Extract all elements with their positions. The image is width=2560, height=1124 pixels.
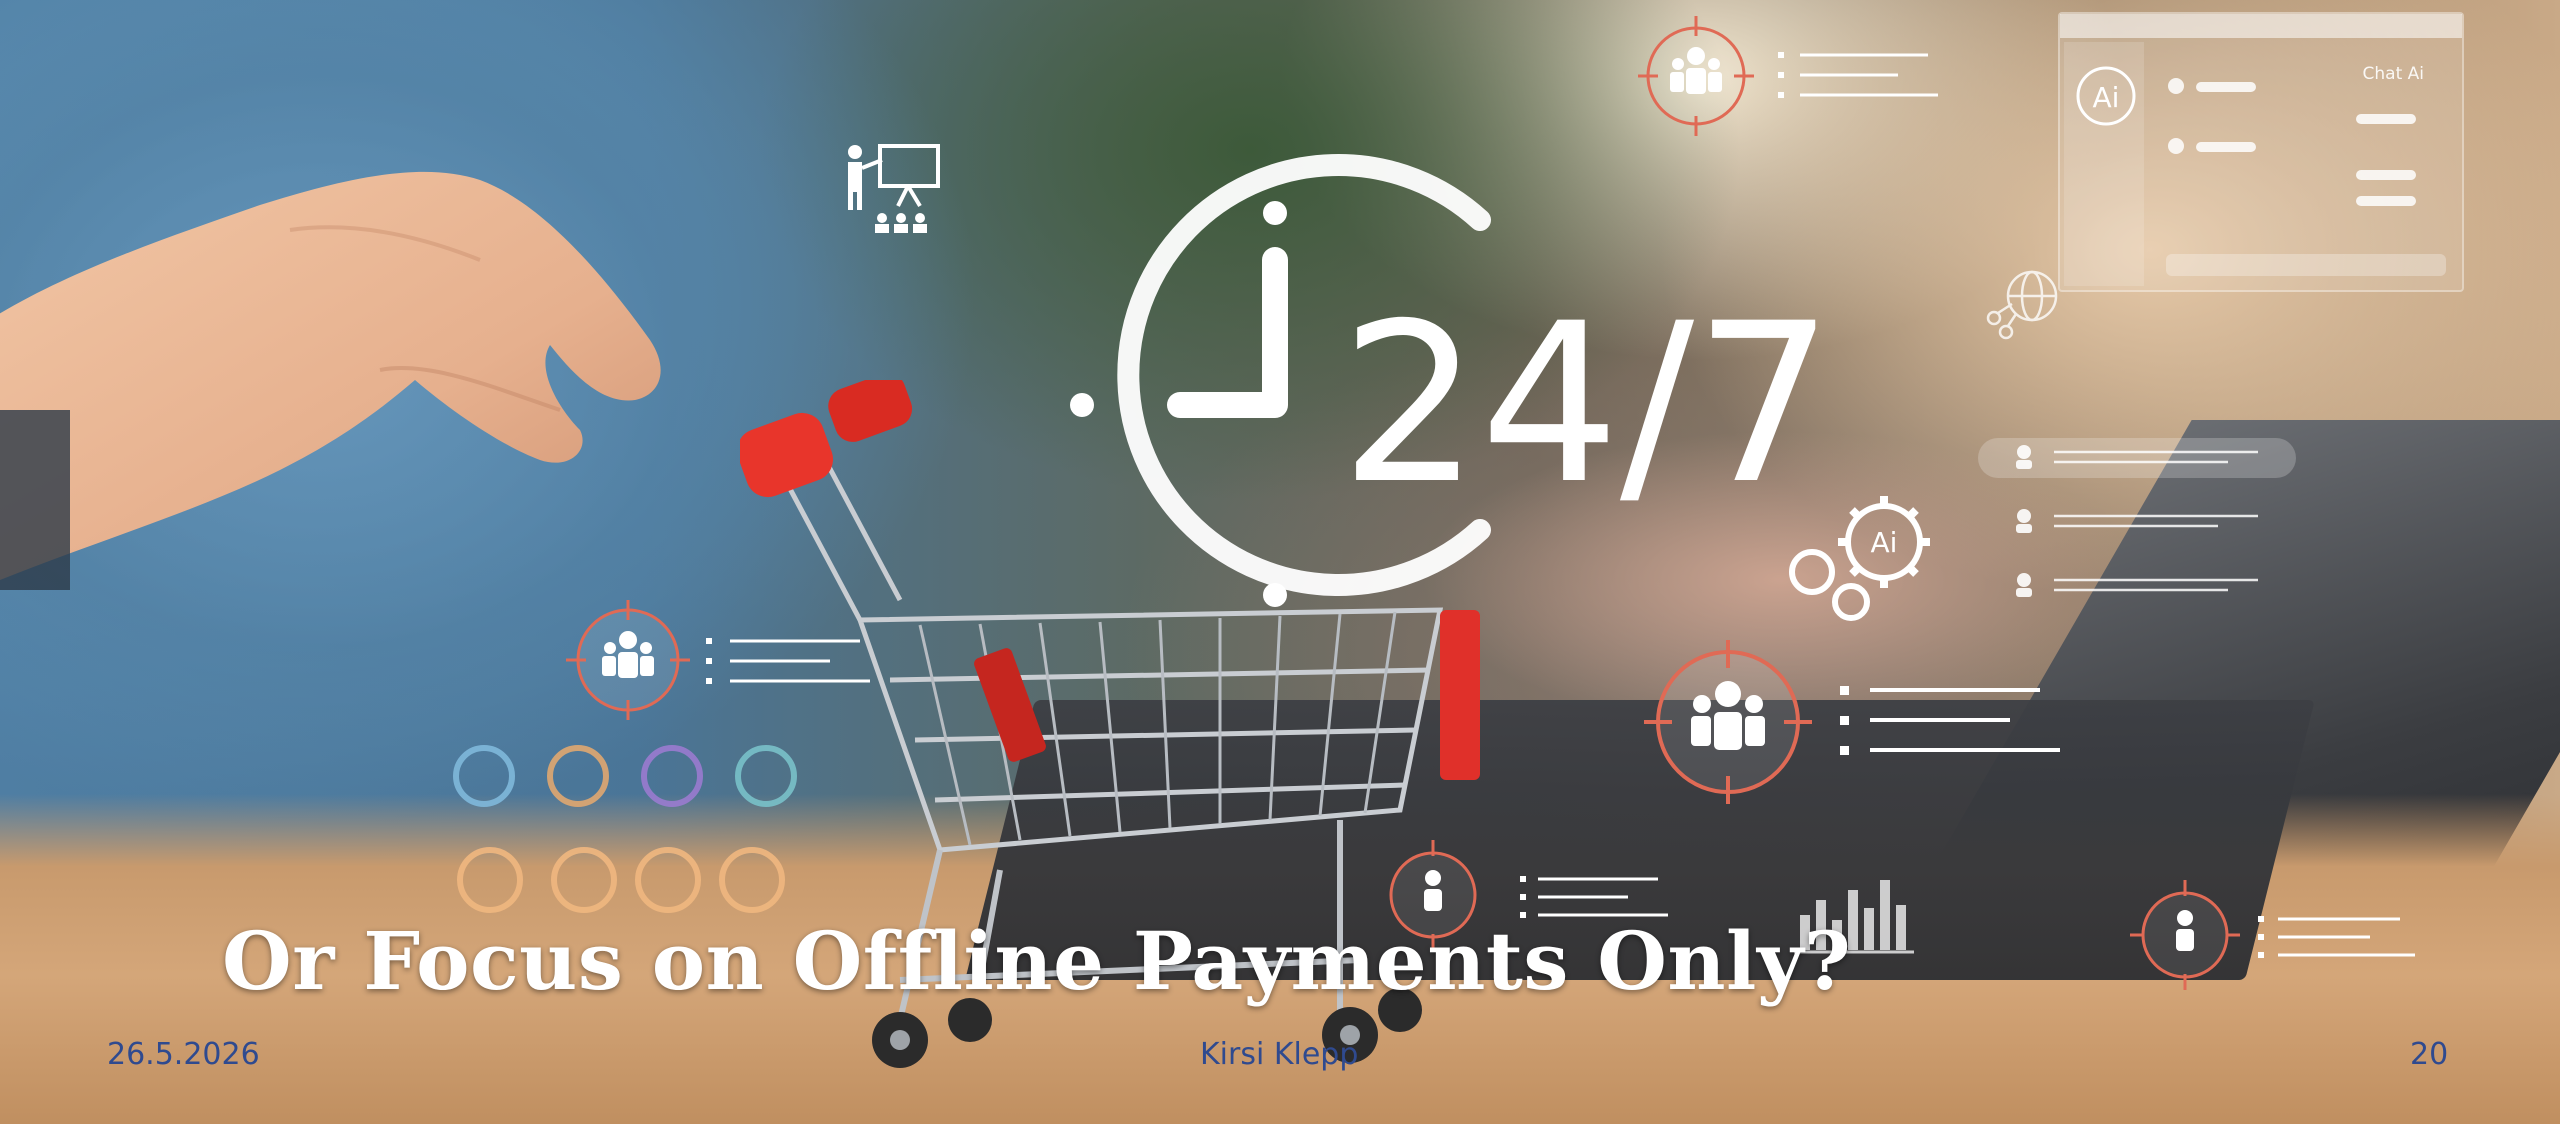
footer-author: Kirsi Klepp: [1200, 1037, 1359, 1072]
progress-rings: [453, 745, 797, 913]
footer-page-number: 20: [2410, 1037, 2449, 1072]
people-target-icon-right: [2130, 880, 2415, 990]
ai-badge-label: Ai: [2093, 81, 2120, 114]
ai-gears-icon: Ai: [1789, 496, 1930, 621]
clock-24-7-text: 24/7: [1340, 276, 1834, 532]
people-target-icon-left: [566, 600, 870, 720]
chat-title-bar: [2060, 14, 2462, 38]
presentation-icon: [848, 144, 940, 233]
globe-network-icon: [1986, 270, 2058, 340]
people-target-icon-large: [1644, 640, 2060, 804]
gear-ai-label: Ai: [1871, 526, 1898, 559]
slide-title: Or Focus on Offline Payments Only?: [222, 914, 1852, 1008]
chat-messages: [2166, 78, 2446, 276]
chat-ai-panel: Ai Chat Ai: [2058, 12, 2464, 292]
footer-date: 26.5.2026: [107, 1037, 260, 1072]
people-target-icon-top: [1638, 16, 1938, 136]
slide: 24/7 Ai Ai Chat Ai Or Focus on Offline P…: [0, 0, 2560, 1124]
user-list-rows: [1978, 438, 2296, 597]
ai-badge-icon: Ai: [2076, 66, 2136, 126]
